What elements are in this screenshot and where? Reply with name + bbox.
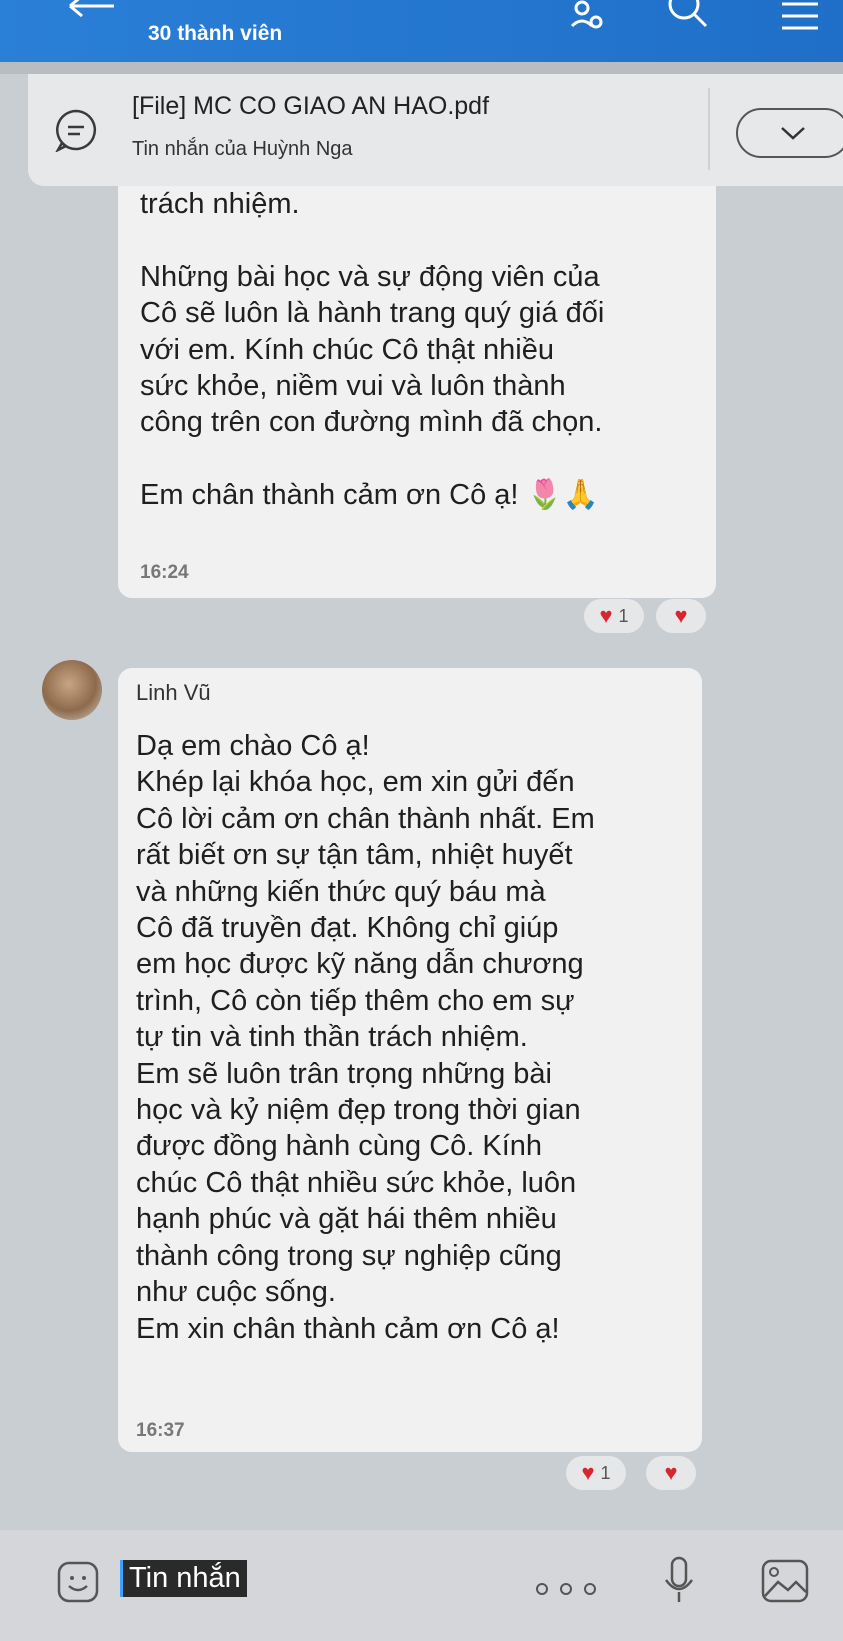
message-line: và những kiến thức quý báu mà — [136, 875, 546, 908]
message-line: Em xin chân thành cảm ơn Cô ạ! — [136, 1312, 560, 1345]
message-time: 16:24 — [140, 562, 189, 583]
group-members-icon[interactable] — [568, 0, 608, 40]
pinned-message-sender: Tin nhắn của Huỳnh Nga — [132, 138, 353, 160]
message-time: 16:37 — [136, 1420, 185, 1441]
heart-icon: ♥ — [599, 603, 613, 628]
image-icon[interactable] — [760, 1558, 810, 1604]
add-reaction-button[interactable]: ♥ — [656, 599, 706, 633]
message-bubble[interactable]: trách nhiệm. Những bài học và sự động vi… — [118, 186, 716, 598]
composer-bar: Tin nhắn — [0, 1530, 843, 1641]
sender-name: Linh Vũ — [136, 680, 211, 705]
message-line: Những bài học và sự động viên của — [140, 260, 600, 293]
pinned-message-icon — [55, 109, 97, 152]
message-line: em học được kỹ năng dẫn chương — [136, 948, 584, 981]
message-line: công trên con đường mình đã chọn. — [140, 406, 603, 439]
message-line: chúc Cô thật nhiều sức khỏe, luôn — [136, 1166, 577, 1199]
emoji-icon[interactable] — [56, 1560, 100, 1604]
message-line: hạnh phúc và gặt hái thêm nhiều — [136, 1203, 557, 1236]
heart-icon: ♥ — [664, 1460, 678, 1485]
message-line: Em chân thành cảm ơn Cô ạ! 🌷🙏 — [140, 479, 599, 512]
message-line — [140, 222, 710, 258]
message-input[interactable]: Tin nhắn — [120, 1560, 247, 1597]
reaction-count: 1 — [600, 1462, 611, 1483]
back-arrow-icon[interactable] — [62, 0, 122, 22]
message-bubble[interactable]: Linh Vũ Dạ em chào Cô ạ! Khép lại khóa họ… — [118, 668, 702, 1452]
header-shadow — [0, 62, 843, 74]
reaction-badge[interactable]: ♥ 1 — [584, 599, 644, 633]
expand-pinned-button[interactable] — [736, 108, 843, 158]
message-line: trình, Cô còn tiếp thêm cho em sự — [136, 984, 575, 1017]
add-reaction-button[interactable]: ♥ — [646, 1456, 696, 1490]
message-line: Cô sẽ luôn là hành trang quý giá đối — [140, 297, 605, 330]
search-icon[interactable] — [660, 0, 714, 40]
reaction-count: 1 — [618, 605, 629, 626]
pinned-message-bar[interactable]: [File] MC CO GIAO AN HAO.pdf Tin nhắn củ… — [28, 74, 843, 186]
chat-header: 30 thành viên — [0, 0, 843, 62]
more-options-icon[interactable] — [530, 1578, 602, 1600]
message-line: được đồng hành cùng Cô. Kính — [136, 1130, 543, 1163]
avatar[interactable] — [42, 660, 102, 720]
message-line: rất biết ơn sự tận tâm, nhiệt huyết — [136, 839, 573, 872]
chevron-down-icon — [781, 127, 805, 140]
microphone-icon[interactable] — [662, 1556, 696, 1606]
message-line — [140, 441, 710, 477]
message-line: với em. Kính chúc Cô thật nhiều — [140, 333, 554, 366]
message-line: thành công trong sự nghiệp cũng — [136, 1239, 562, 1272]
message-line: Dạ em chào Cô ạ! — [136, 730, 370, 762]
divider — [708, 88, 710, 170]
message-line: sức khỏe, niềm vui và luôn thành — [140, 370, 566, 403]
message-line: Khép lại khóa học, em xin gửi đến — [136, 766, 575, 799]
message-line: tự tin và tinh thần trách nhiệm. — [136, 1021, 528, 1054]
message-line: Cô đã truyền đạt. Không chỉ giúp — [136, 912, 559, 945]
message-line: Cô lời cảm ơn chân thành nhất. Em — [136, 802, 595, 835]
message-line: trách nhiệm. — [140, 188, 300, 220]
heart-icon: ♥ — [581, 1460, 595, 1485]
message-line: như cuộc sống. — [136, 1276, 336, 1309]
member-count[interactable]: 30 thành viên — [148, 22, 282, 46]
message-line: học và kỷ niệm đẹp trong thời gian — [136, 1094, 581, 1127]
message-line: Em sẽ luôn trân trọng những bài — [136, 1057, 552, 1090]
menu-icon[interactable] — [778, 0, 822, 40]
pinned-file-title[interactable]: [File] MC CO GIAO AN HAO.pdf — [132, 92, 489, 121]
reaction-badge[interactable]: ♥ 1 — [566, 1456, 626, 1490]
heart-icon: ♥ — [674, 603, 688, 628]
